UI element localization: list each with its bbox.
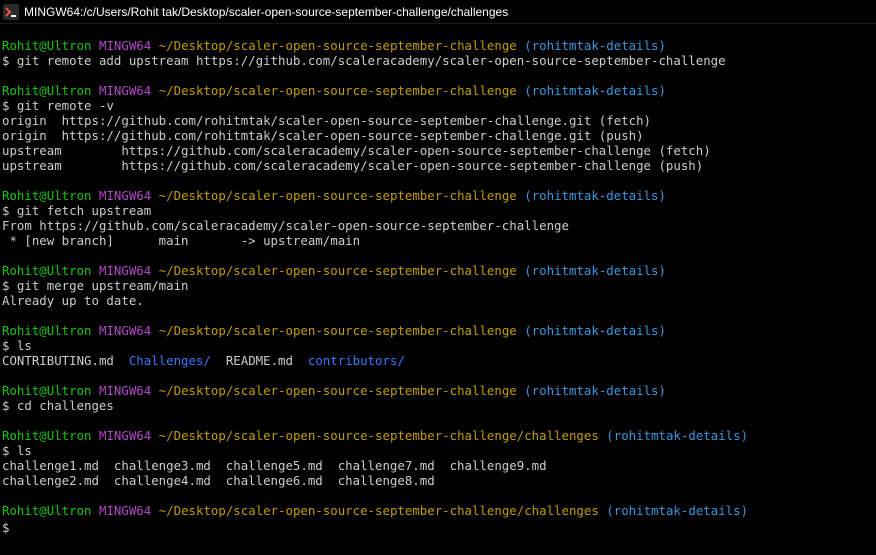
prompt-line: Rohit@Ultron MINGW64 ~/Desktop/scaler-op…	[2, 263, 874, 278]
command-line: $ cd challenges	[2, 398, 114, 413]
command-line: $ git fetch upstream	[2, 203, 152, 218]
command-line: $ ls	[2, 443, 32, 458]
prompt-shell: MINGW64	[99, 263, 152, 278]
prompt-path: ~/Desktop/scaler-open-source-september-c…	[158, 38, 517, 53]
prompt-line: Rohit@Ultron MINGW64 ~/Desktop/scaler-op…	[2, 323, 874, 338]
prompt-branch: (rohitmtak-details)	[524, 38, 666, 53]
prompt-user: Rohit@Ultron	[2, 38, 92, 53]
directory-entry: Challenges/	[128, 353, 211, 368]
prompt-branch: (rohitmtak-details)	[606, 428, 749, 443]
output-line: origin https://github.com/rohitmtak/scal…	[2, 113, 652, 128]
prompt-branch: (rohitmtak-details)	[524, 323, 666, 338]
window-titlebar[interactable]: MINGW64:/c/Users/Rohit tak/Desktop/scale…	[0, 0, 876, 24]
prompt-path: ~/Desktop/scaler-open-source-september-c…	[158, 188, 517, 203]
output-line: From https://github.com/scaleracademy/sc…	[2, 218, 569, 233]
prompt-user: Rohit@Ultron	[2, 323, 92, 338]
prompt-path: ~/Desktop/scaler-open-source-september-c…	[158, 503, 599, 518]
prompt-user: Rohit@Ultron	[2, 83, 92, 98]
prompt-line: Rohit@Ultron MINGW64 ~/Desktop/scaler-op…	[2, 428, 874, 443]
file-entry: README.md	[225, 353, 293, 368]
prompt-shell: MINGW64	[99, 38, 152, 53]
prompt-symbol: $	[2, 520, 10, 535]
prompt-line: Rohit@Ultron MINGW64 ~/Desktop/scaler-op…	[2, 503, 874, 518]
prompt-line: Rohit@Ultron MINGW64 ~/Desktop/scaler-op…	[2, 83, 874, 98]
output-line: upstream https://github.com/scaleracadem…	[2, 143, 711, 158]
output-line: origin https://github.com/rohitmtak/scal…	[2, 128, 644, 143]
prompt-path: ~/Desktop/scaler-open-source-september-c…	[158, 383, 517, 398]
command-line: $ ls	[2, 338, 32, 353]
window-title: MINGW64:/c/Users/Rohit tak/Desktop/scale…	[24, 5, 509, 19]
command-line: $ git remote add upstream https://github…	[2, 53, 726, 68]
prompt-user: Rohit@Ultron	[2, 383, 92, 398]
prompt-shell: MINGW64	[99, 323, 152, 338]
output-line: * [new branch] main -> upstream/main	[2, 233, 361, 248]
command-line: $ git merge upstream/main	[2, 278, 189, 293]
prompt-shell: MINGW64	[99, 503, 152, 518]
prompt-shell: MINGW64	[99, 383, 152, 398]
prompt-user: Rohit@Ultron	[2, 503, 92, 518]
prompt-branch: (rohitmtak-details)	[524, 188, 666, 203]
prompt-line: Rohit@Ultron MINGW64 ~/Desktop/scaler-op…	[2, 383, 874, 398]
file-entry: CONTRIBUTING.md	[2, 353, 114, 368]
directory-entry: contributors/	[307, 353, 405, 368]
prompt-user: Rohit@Ultron	[2, 263, 92, 278]
terminal-output[interactable]: Rohit@Ultron MINGW64 ~/Desktop/scaler-op…	[2, 38, 874, 548]
output-line: upstream https://github.com/scaleracadem…	[2, 158, 704, 173]
prompt-branch: (rohitmtak-details)	[524, 263, 666, 278]
output-line: challenge1.md challenge3.md challenge5.m…	[2, 458, 547, 473]
ls-output-line: CONTRIBUTING.md Challenges/ README.md co…	[2, 353, 874, 368]
prompt-user: Rohit@Ultron	[2, 428, 92, 443]
input-prompt-line[interactable]: $	[2, 518, 874, 535]
git-bash-icon	[3, 4, 19, 20]
prompt-path: ~/Desktop/scaler-open-source-september-c…	[158, 428, 599, 443]
prompt-line: Rohit@Ultron MINGW64 ~/Desktop/scaler-op…	[2, 38, 874, 53]
prompt-path: ~/Desktop/scaler-open-source-september-c…	[158, 263, 517, 278]
prompt-branch: (rohitmtak-details)	[606, 503, 749, 518]
prompt-branch: (rohitmtak-details)	[524, 383, 666, 398]
prompt-shell: MINGW64	[99, 188, 152, 203]
prompt-shell: MINGW64	[99, 428, 152, 443]
prompt-shell: MINGW64	[99, 83, 152, 98]
prompt-branch: (rohitmtak-details)	[524, 83, 666, 98]
prompt-path: ~/Desktop/scaler-open-source-september-c…	[158, 83, 517, 98]
titlebar-divider	[0, 23, 876, 24]
output-line: challenge2.md challenge4.md challenge6.m…	[2, 473, 435, 488]
output-line: Already up to date.	[2, 293, 144, 308]
prompt-path: ~/Desktop/scaler-open-source-september-c…	[158, 323, 517, 338]
prompt-user: Rohit@Ultron	[2, 188, 92, 203]
text-cursor	[9, 518, 17, 532]
prompt-line: Rohit@Ultron MINGW64 ~/Desktop/scaler-op…	[2, 188, 874, 203]
command-line: $ git remote -v	[2, 98, 114, 113]
